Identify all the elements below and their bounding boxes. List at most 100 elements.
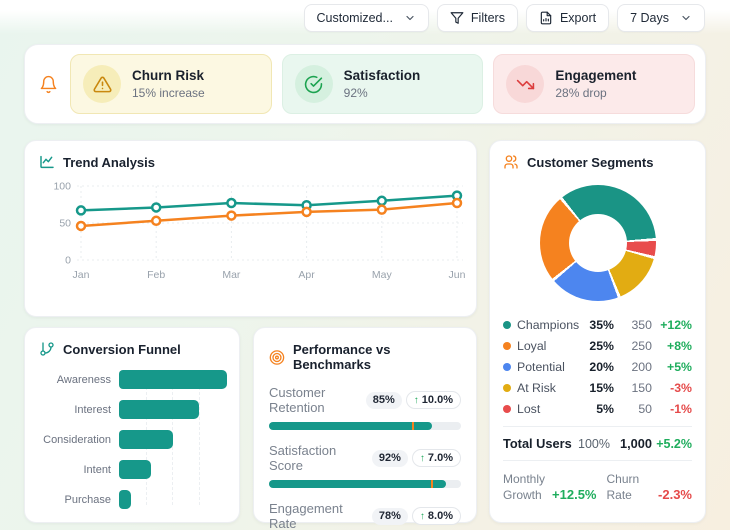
- date-range-select[interactable]: 7 Days: [617, 4, 705, 32]
- up-arrow-icon: ↑: [419, 510, 425, 522]
- target-icon: [269, 349, 285, 365]
- trend-analysis-panel: Trend Analysis 100 50 0 Jan Feb Mar Apr May Jun: [24, 140, 477, 317]
- panel-title: Customer Segments: [527, 154, 654, 170]
- metric-delta-badge: ↑ 7.0%: [411, 449, 461, 467]
- segments-donut-chart: [539, 185, 656, 301]
- customized-select[interactable]: Customized...: [303, 4, 429, 32]
- metric-delta-badge: ↑ 10.0%: [405, 391, 461, 409]
- svg-text:100: 100: [53, 181, 71, 193]
- up-arrow-icon: ↑: [413, 394, 419, 406]
- line-chart-icon: [40, 155, 54, 169]
- legend-count: 350: [631, 317, 652, 332]
- legend-name: Lost: [517, 401, 541, 416]
- funnel-stage-label: Intent: [83, 463, 111, 476]
- svg-text:Mar: Mar: [222, 269, 241, 281]
- total-users-row: Total Users 100% 1,000 +5.2%: [503, 434, 692, 453]
- funnel-row: Awareness: [39, 370, 227, 389]
- total-users-pct: 100%: [578, 436, 610, 451]
- funnel-chart: Awareness Interest Consideration Intent …: [39, 370, 227, 509]
- monthly-growth-stat: Monthly Growth +12.5%: [503, 472, 596, 503]
- progress-track: [269, 480, 461, 488]
- legend-name: At Risk: [517, 380, 556, 395]
- divider: [503, 426, 692, 427]
- segments-footer: Monthly Growth +12.5% Churn Rate -2.3%: [503, 468, 692, 503]
- legend-pct: 35%: [589, 317, 614, 332]
- total-users-count: 1,000: [619, 436, 652, 451]
- legend-pct: 25%: [589, 338, 614, 353]
- legend-row-champions: Champions 35% 350 +12%: [503, 314, 692, 335]
- legend-dot: [503, 341, 511, 350]
- funnel-bar: [119, 430, 173, 449]
- warning-triangle-icon: [83, 65, 121, 103]
- alert-subtitle: 92%: [343, 86, 368, 100]
- funnel-stage-label: Purchase: [64, 493, 111, 506]
- legend-row-loyal: Loyal 25% 250 +8%: [503, 335, 692, 356]
- svg-text:50: 50: [59, 218, 71, 230]
- churn-rate-label: Churn Rate: [606, 472, 640, 502]
- filter-funnel-icon: [450, 12, 464, 24]
- svg-text:Jan: Jan: [73, 269, 90, 281]
- legend-pct: 5%: [596, 401, 614, 416]
- chevron-down-icon: [682, 15, 690, 21]
- total-users-label: Total Users: [503, 436, 572, 451]
- panel-title: Performance vs Benchmarks: [292, 342, 391, 372]
- metric-customer-retention: Customer Retention 85% ↑ 10.0%: [269, 385, 461, 430]
- churn-rate-stat: Churn Rate -2.3%: [606, 472, 692, 503]
- benchmark-fill: [269, 480, 446, 488]
- benchmarks-panel: Performance vs Benchmarks Customer Reten…: [253, 327, 477, 530]
- alerts-panel: Churn Risk 15% increase Satisfaction 92%…: [24, 44, 706, 124]
- benchmark-marker: [431, 480, 434, 488]
- monthly-growth-label: Monthly Growth: [503, 472, 546, 502]
- funnel-row: Interest: [39, 400, 227, 419]
- legend-dot: [503, 404, 511, 413]
- bell-icon: [39, 75, 58, 94]
- funnel-stage-label: Awareness: [56, 373, 111, 386]
- legend-pct: 15%: [589, 380, 614, 395]
- funnel-bar: [119, 490, 131, 509]
- legend-name: Potential: [517, 359, 565, 374]
- legend-count: 200: [631, 359, 652, 374]
- alert-card-satisfaction: Satisfaction 92%: [281, 54, 484, 114]
- users-icon: [504, 155, 518, 169]
- date-range-label: 7 Days: [630, 11, 669, 25]
- legend-count: 150: [631, 380, 652, 395]
- trend-chart: 100 50 0Jan Feb Mar Apr May Jun: [53, 181, 465, 282]
- legend-change: +8%: [667, 338, 692, 353]
- svg-text:Feb: Feb: [147, 269, 165, 281]
- metric-delta-value: 7.0%: [427, 452, 453, 464]
- alert-subtitle: 15% increase: [132, 86, 205, 100]
- metric-label: Customer Retention: [269, 385, 326, 415]
- metric-satisfaction-score: Satisfaction Score 92% ↑ 7.0%: [269, 443, 461, 488]
- funnel-row: Intent: [39, 460, 227, 479]
- alert-title: Churn Risk: [132, 68, 205, 83]
- benchmark-marker: [412, 422, 414, 430]
- filters-button-label: Filters: [470, 11, 505, 25]
- legend-name: Loyal: [517, 338, 547, 353]
- metric-delta-value: 10.0%: [421, 394, 453, 406]
- funnel-row: Consideration: [39, 430, 227, 449]
- branch-icon: [40, 342, 54, 356]
- funnel-row: Purchase: [39, 490, 227, 509]
- metric-value-badge: 92%: [371, 449, 408, 467]
- metric-label: Satisfaction Score: [269, 443, 337, 473]
- legend-change: +12%: [660, 317, 692, 332]
- filters-button[interactable]: Filters: [436, 4, 518, 32]
- legend-row-potential: Potential 20% 200 +5%: [503, 356, 692, 377]
- up-arrow-icon: ↑: [419, 452, 425, 464]
- chevron-down-icon: [406, 15, 414, 21]
- metric-engagement-rate: Engagement Rate 78% ↑ 8.0%: [269, 501, 461, 530]
- export-button[interactable]: Export: [525, 4, 610, 32]
- customized-select-label: Customized...: [316, 11, 393, 25]
- alert-title: Engagement: [555, 68, 637, 83]
- panel-title: Conversion Funnel: [63, 341, 181, 357]
- funnel-bar: [119, 370, 227, 389]
- legend-count: 50: [638, 401, 652, 416]
- trending-down-icon: [506, 65, 545, 103]
- funnel-stage-label: Interest: [74, 403, 111, 416]
- metric-delta-badge: ↑ 8.0%: [411, 507, 461, 525]
- metric-value-badge: 78%: [371, 507, 408, 525]
- metric-label: Engagement Rate: [269, 501, 343, 530]
- legend-change: -3%: [670, 380, 692, 395]
- legend-row-at-risk: At Risk 15% 150 -3%: [503, 377, 692, 398]
- alert-title: Satisfaction: [343, 68, 421, 83]
